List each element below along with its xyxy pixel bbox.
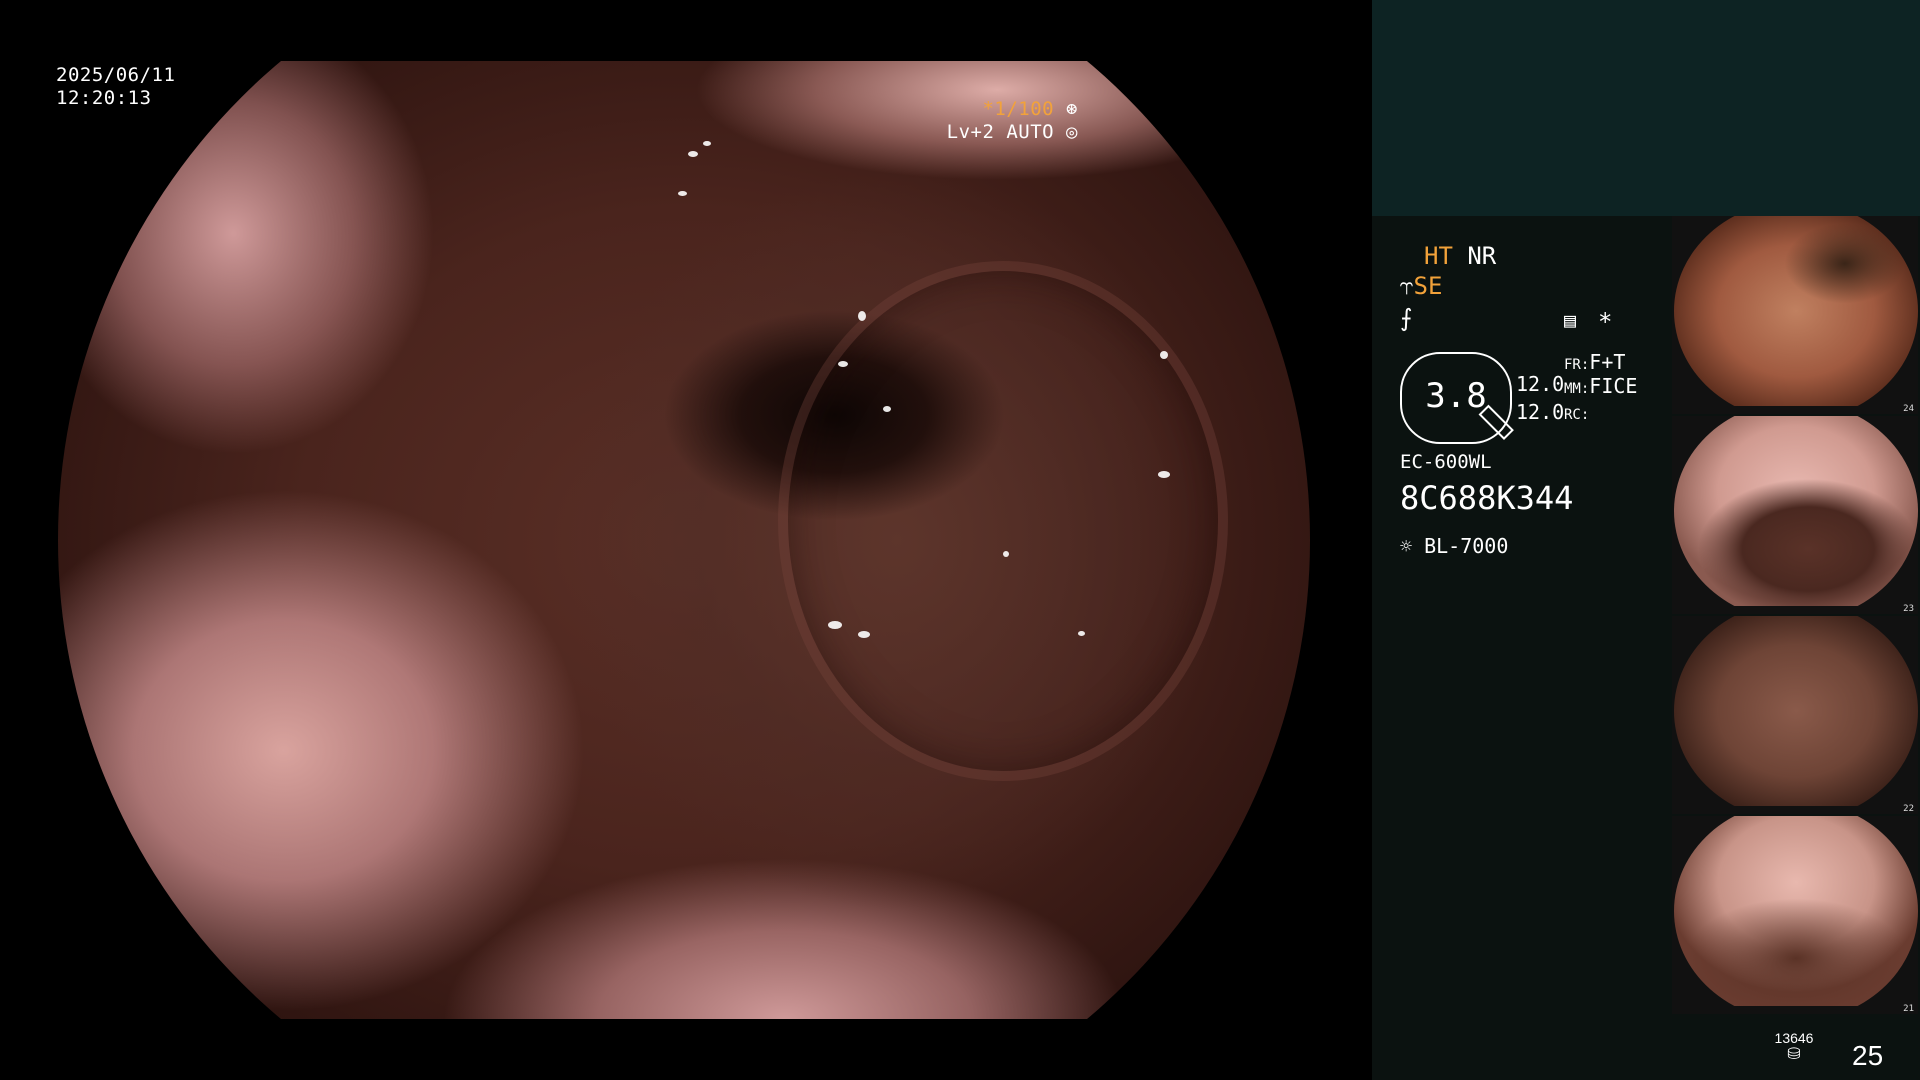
thumbnail-image[interactable]: 21 bbox=[1672, 816, 1918, 1014]
light-reflection bbox=[1158, 471, 1170, 478]
date-time-display: 2025/06/11 12:20:13 bbox=[56, 64, 175, 110]
thumbnail-number: 21 bbox=[1903, 1004, 1914, 1014]
shutter-speed: *1/100 bbox=[982, 98, 1055, 120]
time-text: 12:20:13 bbox=[56, 87, 152, 109]
light-reflection bbox=[1003, 551, 1009, 557]
enhancement-row: HT NR bbox=[1424, 242, 1496, 270]
scope-serial: 8C688K344 bbox=[1400, 479, 1574, 517]
date-text: 2025/06/11 bbox=[56, 64, 176, 86]
light-reflection bbox=[858, 631, 870, 638]
fr-label: FR: bbox=[1564, 357, 1590, 373]
endoscope-main-view: 2025/06/11 12:20:13 *1/100 ⊛ Lv+2 AUTO ◎ bbox=[0, 0, 1372, 1080]
panel-header-area bbox=[1372, 0, 1920, 216]
thumbnail-image[interactable]: 22 bbox=[1672, 616, 1918, 814]
thumbnail-picture bbox=[1674, 616, 1918, 806]
disk-icon: ⛁ bbox=[1787, 1044, 1801, 1063]
brightness-level: Lv+2 AUTO bbox=[946, 121, 1055, 143]
settings-icon: ▤ bbox=[1564, 308, 1577, 332]
iris-icon: ◎ bbox=[1066, 121, 1078, 143]
thumbnail-number: 23 bbox=[1903, 604, 1914, 614]
thumbnail-picture bbox=[1674, 416, 1918, 606]
thumbnail-image[interactable]: 24 bbox=[1672, 216, 1918, 414]
mucosal-fold bbox=[778, 261, 1228, 781]
light-source: BL-7000 bbox=[1424, 534, 1509, 558]
light-reflection bbox=[1160, 351, 1168, 359]
lamp-icon: ☼ bbox=[1400, 534, 1413, 558]
thumbnail-image[interactable]: 23 bbox=[1672, 416, 1918, 614]
rc-label: RC: bbox=[1564, 407, 1590, 423]
light-reflection bbox=[883, 406, 891, 412]
thumbnail-number: 24 bbox=[1903, 404, 1914, 414]
se-row: ⥾SE bbox=[1400, 272, 1442, 300]
light-reflection bbox=[703, 141, 711, 146]
scope-model: EC-600WL bbox=[1400, 451, 1492, 473]
fr-value: F+T bbox=[1589, 350, 1626, 374]
rc-row: RC: bbox=[1564, 398, 1589, 429]
zoom-gauge: 3.8 bbox=[1400, 352, 1514, 444]
endoscopy-image bbox=[58, 61, 1310, 1019]
light-reflection bbox=[678, 191, 687, 196]
mm-label: MM: bbox=[1564, 381, 1590, 397]
exposure-info: *1/100 ⊛ Lv+2 AUTO ◎ bbox=[947, 98, 1078, 144]
filter-icon: ⨍ bbox=[1400, 304, 1413, 332]
shutter-icon: ⊛ bbox=[1066, 98, 1078, 120]
thumbnail-picture bbox=[1674, 816, 1918, 1006]
image-count: 25 bbox=[1852, 1040, 1884, 1071]
asterisk-indicator: * bbox=[1598, 308, 1613, 336]
light-reflection bbox=[1078, 631, 1085, 636]
light-reflection bbox=[858, 311, 866, 321]
mm-value: FICE bbox=[1589, 374, 1638, 398]
value-2: 12.0 bbox=[1516, 400, 1565, 424]
storage-indicator: 13646 ⛁ bbox=[1764, 1030, 1824, 1062]
value-1: 12.0 bbox=[1516, 372, 1565, 396]
ht-indicator: HT bbox=[1424, 242, 1453, 270]
light-reflection bbox=[838, 361, 848, 367]
nr-indicator: NR bbox=[1467, 242, 1497, 270]
se-indicator: SE bbox=[1413, 272, 1443, 300]
light-reflection bbox=[688, 151, 698, 157]
structure-icon: ⥾ bbox=[1400, 272, 1414, 300]
light-reflection bbox=[828, 621, 842, 629]
thumbnail-picture bbox=[1674, 216, 1918, 406]
light-source-row: ☼ BL-7000 bbox=[1400, 532, 1508, 560]
thumbnail-number: 22 bbox=[1903, 804, 1914, 814]
